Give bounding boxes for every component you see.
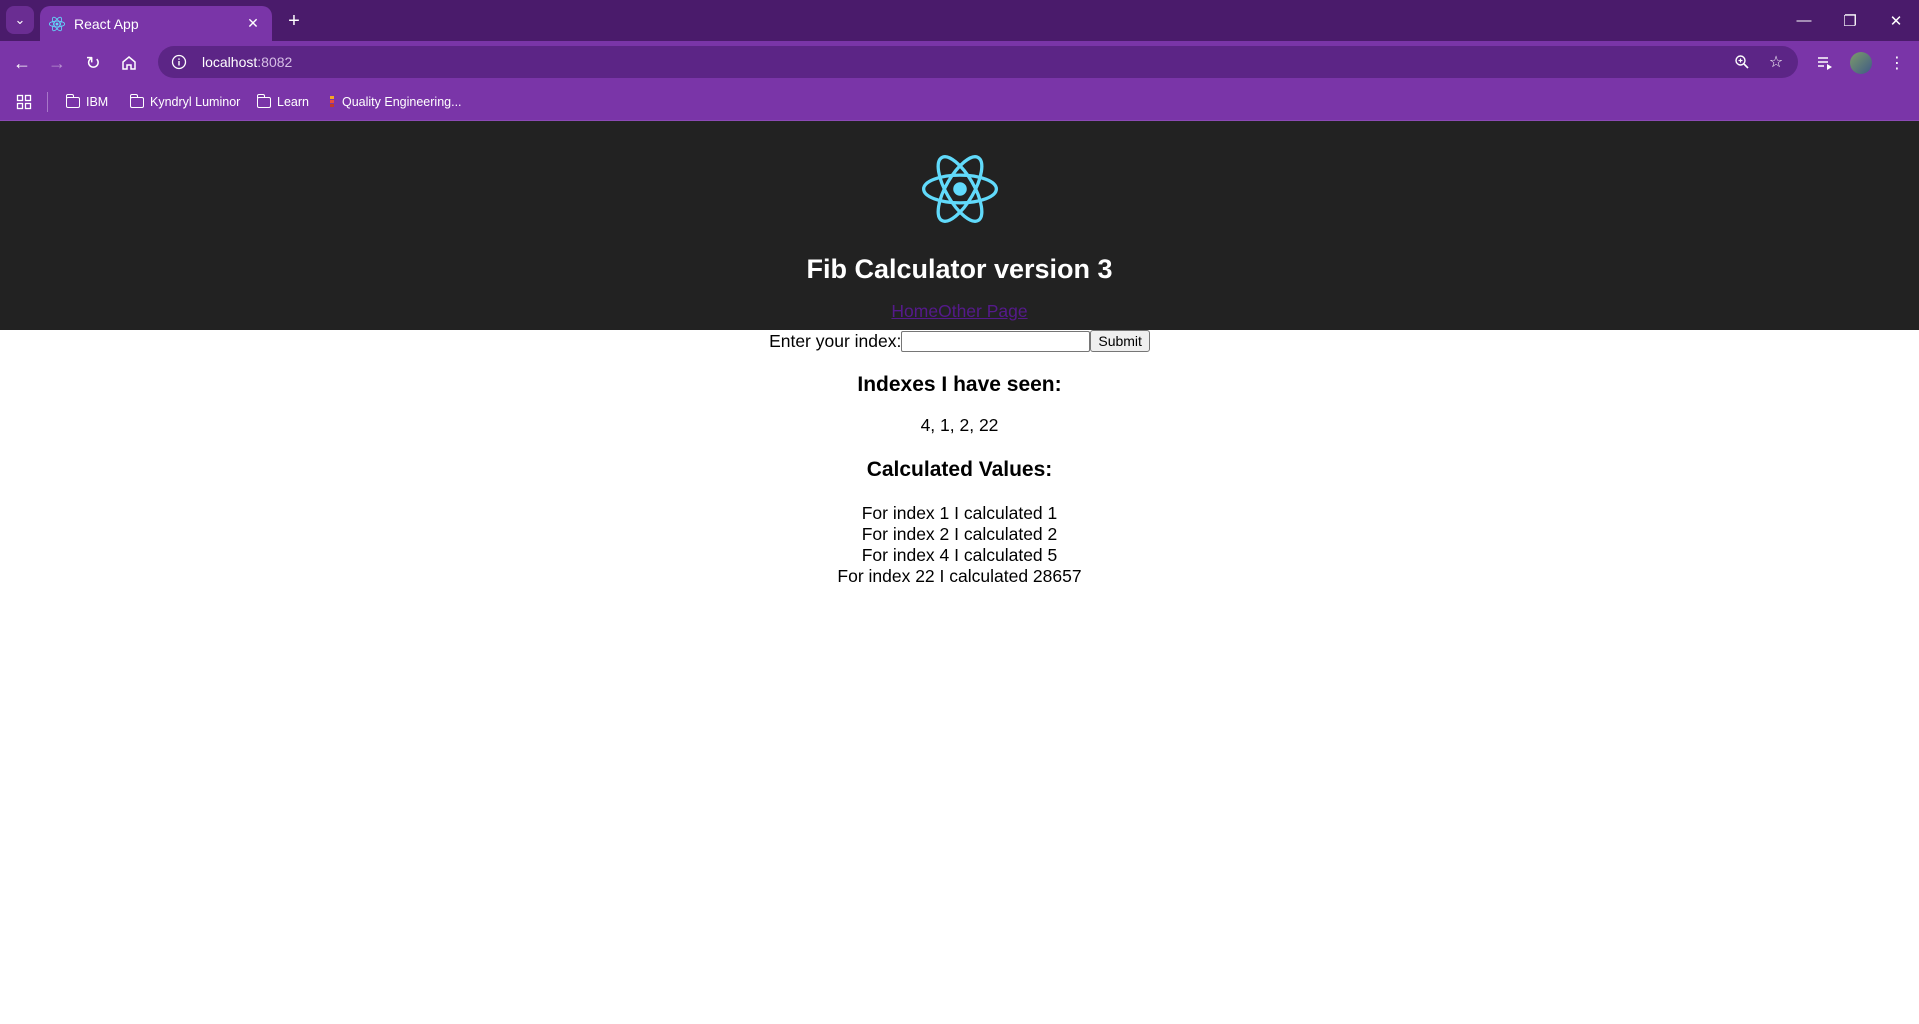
- url-text: localhost:8082: [202, 54, 293, 70]
- new-tab-button[interactable]: +: [281, 8, 307, 34]
- plus-icon: +: [288, 9, 300, 32]
- close-tab-icon[interactable]: ✕: [242, 13, 264, 35]
- browser-tab[interactable]: React App ✕: [40, 6, 272, 41]
- bookmarks-divider: [47, 92, 48, 112]
- calculated-row: For index 4 I calculated 5: [861, 545, 1058, 565]
- site-info-icon[interactable]: [170, 53, 188, 71]
- index-label: Enter your index:: [769, 330, 902, 351]
- calculated-heading: Calculated Values:: [866, 458, 1053, 481]
- forward-button[interactable]: →: [43, 49, 71, 77]
- home-button[interactable]: [115, 49, 143, 77]
- tab-title: React App: [74, 15, 139, 32]
- arrow-right-icon: →: [48, 52, 66, 73]
- bookmark-ibm[interactable]: IBM: [65, 91, 109, 113]
- bookmark-quality-engineering[interactable]: Quality Engineering...: [328, 91, 462, 113]
- title-bar: ⌄ React App ✕ + — ❐ ✕: [0, 0, 1919, 41]
- folder-icon: [129, 93, 144, 108]
- calculated-row: For index 2 I calculated 2: [861, 524, 1058, 544]
- calculated-row: For index 22 I calculated 28657: [837, 566, 1082, 586]
- playlist-icon: [1818, 57, 1832, 70]
- close-window-button[interactable]: ✕: [1873, 0, 1919, 41]
- profile-button[interactable]: [1847, 49, 1875, 77]
- submit-button[interactable]: Submit: [1090, 330, 1150, 352]
- react-favicon-icon: [48, 15, 66, 33]
- browser-menu-button[interactable]: ⋮: [1883, 49, 1911, 77]
- minimize-button[interactable]: —: [1781, 0, 1827, 41]
- app-header: Fib Calculator version 3 HomeOther Page: [0, 121, 1919, 330]
- zoom-icon[interactable]: [1728, 46, 1756, 78]
- bookmark-label: Learn: [277, 95, 309, 109]
- apps-button[interactable]: [16, 91, 32, 113]
- more-vert-icon: ⋮: [1889, 55, 1905, 72]
- reload-icon: ↻: [85, 52, 101, 73]
- apps-grid-icon: [16, 94, 32, 110]
- chevron-down-icon: ⌄: [14, 12, 26, 27]
- bookmark-label: Kyndryl Luminor: [150, 95, 241, 109]
- folder-icon: [65, 93, 80, 108]
- bookmark-learn[interactable]: Learn: [256, 91, 309, 113]
- tab-search-button[interactable]: ⌄: [6, 6, 34, 34]
- bookmark-kyndryl-luminor[interactable]: Kyndryl Luminor: [129, 91, 241, 113]
- bookmark-favicon: [330, 96, 334, 107]
- avatar: [1850, 52, 1872, 74]
- close-icon: ✕: [1889, 12, 1903, 30]
- arrow-left-icon: ←: [13, 52, 31, 73]
- restore-icon: ❐: [1843, 12, 1857, 30]
- nav-links: HomeOther Page: [0, 301, 1919, 322]
- browser-toolbar: ← → ↻ localhost:8082 ☆ ⋮: [0, 41, 1919, 84]
- address-bar[interactable]: localhost:8082 ☆: [158, 46, 1798, 78]
- home-icon: [122, 56, 136, 70]
- page-title: Fib Calculator version 3: [806, 254, 1113, 284]
- bookmark-star-icon[interactable]: ☆: [1762, 46, 1790, 78]
- seen-heading: Indexes I have seen:: [857, 373, 1062, 396]
- bookmark-label: Quality Engineering...: [342, 95, 462, 109]
- bookmarks-bar: IBM Kyndryl Luminor Learn Quality Engine…: [0, 84, 1919, 121]
- calculated-list: For index 1 I calculated 1 For index 2 I…: [0, 503, 1919, 587]
- minimize-icon: —: [1796, 12, 1812, 29]
- index-input[interactable]: [901, 330, 1091, 352]
- react-logo-icon: [922, 155, 998, 223]
- media-controls-button[interactable]: [1811, 49, 1839, 77]
- home-link[interactable]: Home: [891, 301, 938, 321]
- calculated-row: For index 1 I calculated 1: [861, 503, 1058, 523]
- back-button[interactable]: ←: [8, 49, 36, 77]
- restore-button[interactable]: ❐: [1827, 0, 1873, 41]
- seen-indexes: 4, 1, 2, 22: [920, 415, 999, 435]
- bookmark-label: IBM: [86, 95, 109, 109]
- index-form: Enter your index: Submit: [0, 330, 1919, 352]
- other-page-link[interactable]: Other Page: [938, 301, 1028, 321]
- reload-button[interactable]: ↻: [79, 49, 107, 77]
- folder-icon: [256, 93, 271, 108]
